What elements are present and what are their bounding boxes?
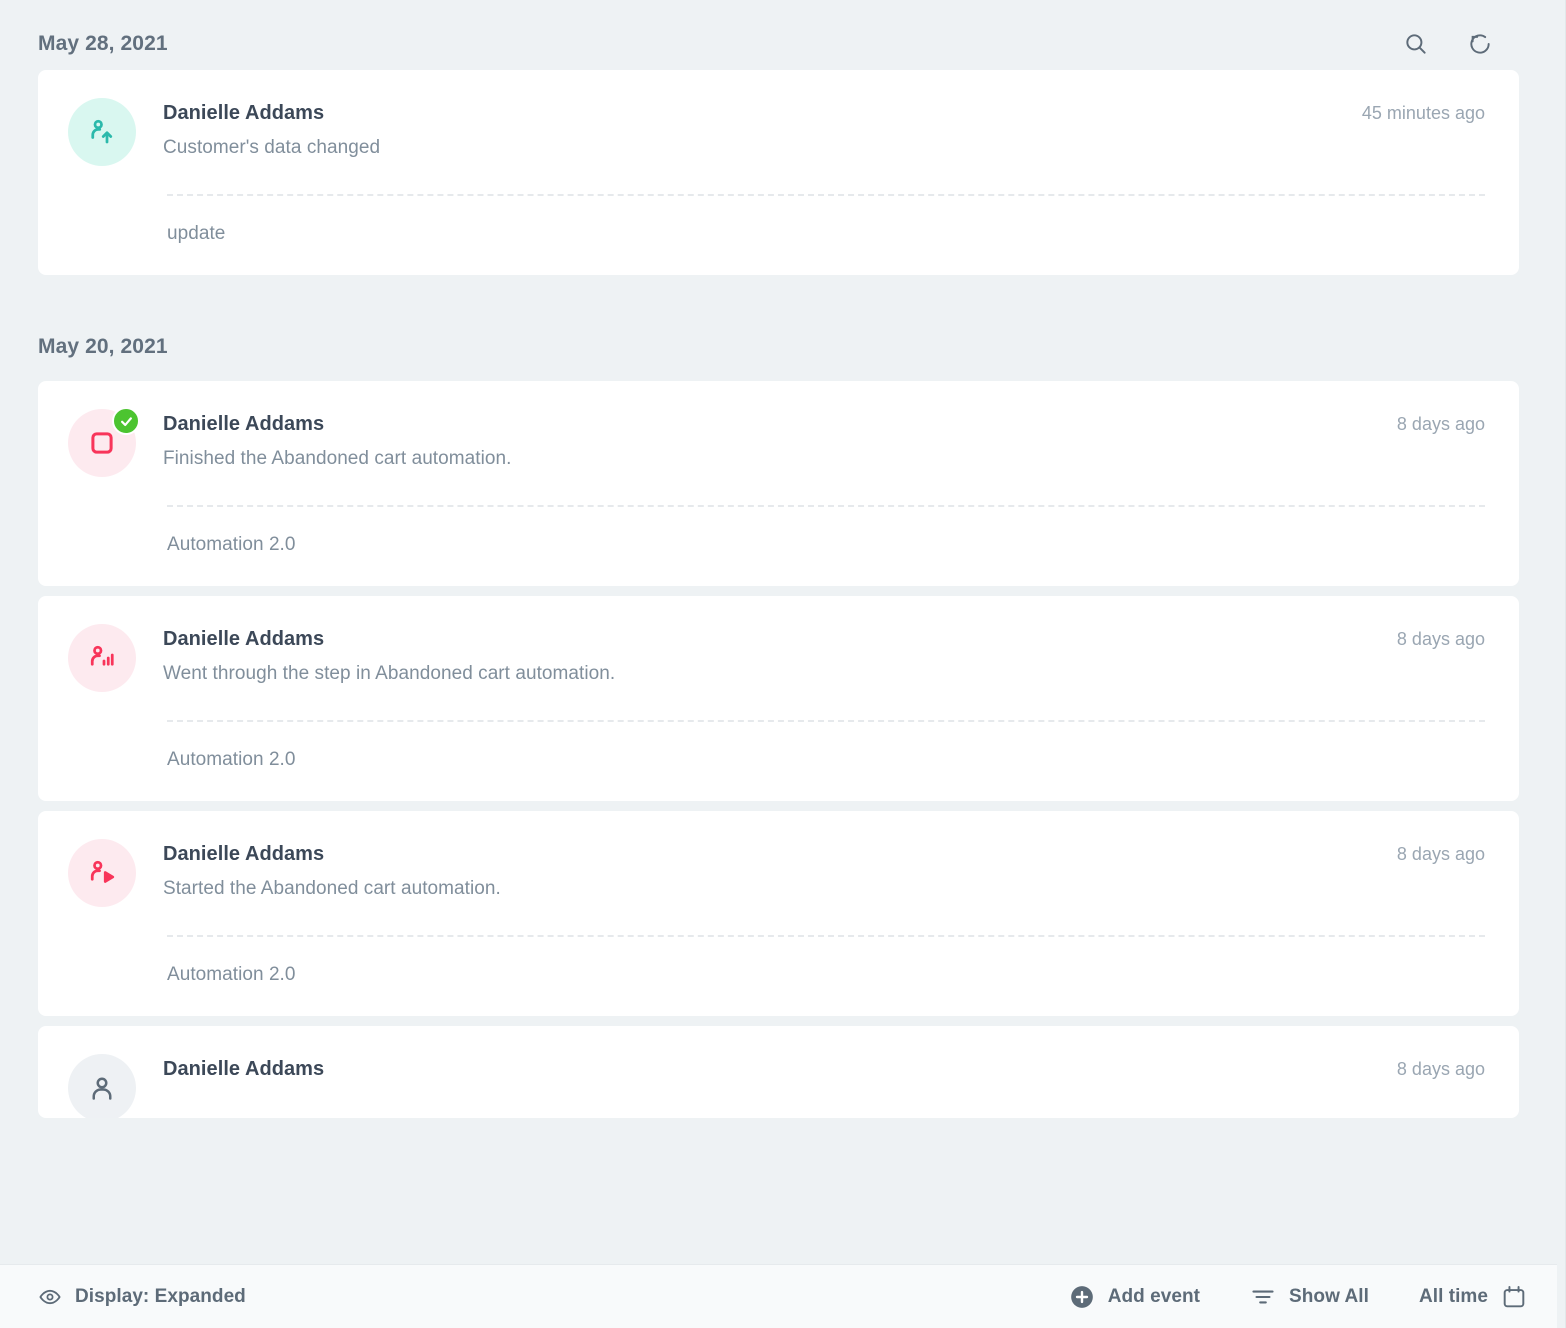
event-name-row: Danielle Addams 8 days ago [163,1058,1485,1081]
avatar [68,839,136,907]
event-content: Danielle Addams 45 minutes ago Customer'… [163,100,1485,159]
bottom-toolbar: Display: Expanded Add event Show All All… [0,1264,1557,1328]
check-icon [120,416,132,426]
event-card[interactable]: Danielle Addams 8 days ago Went through … [38,596,1519,801]
refresh-icon[interactable] [1465,29,1495,59]
event-timestamp: 8 days ago [1396,414,1485,434]
avatar-circle [68,839,136,907]
event-actor-name: Danielle Addams [163,843,325,865]
event-card-header: Danielle Addams 45 minutes ago Customer'… [68,98,1485,166]
avatar [68,407,140,477]
event-detail: Automation 2.0 [167,964,296,985]
avatar [68,624,136,692]
avatar-circle [68,624,136,692]
activity-timeline-panel: May 28, 2021 Danielle Addams 45 minutes … [0,0,1566,1328]
event-card-header: Danielle Addams 8 days ago Finished the … [68,407,1485,477]
filter-icon [1250,1284,1276,1310]
event-detail: Automation 2.0 [167,534,296,555]
person-chart-icon [90,645,114,666]
event-card-header: Danielle Addams 8 days ago Started the A… [68,839,1485,907]
header-tools [1401,29,1519,59]
person-play-icon [90,860,115,883]
day-date-label: May 28, 2021 [38,32,168,55]
day-header: May 28, 2021 [38,0,1519,70]
event-actor-name: Danielle Addams [163,1058,325,1080]
event-content: Danielle Addams 8 days ago Went through … [163,626,1485,685]
event-actor-name: Danielle Addams [163,413,325,435]
event-content: Danielle Addams 8 days ago Started the A… [163,841,1485,900]
event-name-row: Danielle Addams 8 days ago [163,413,1485,436]
avatar-circle [68,1054,136,1118]
event-description: Went through the step in Abandoned cart … [163,663,616,684]
stop-square-icon [91,432,113,454]
event-actor-name: Danielle Addams [163,628,325,650]
display-mode-button[interactable]: Display: Expanded [38,1285,246,1309]
event-description: Customer's data changed [163,137,381,158]
event-name-row: Danielle Addams 45 minutes ago [163,102,1485,125]
show-all-label: Show All [1289,1285,1369,1307]
event-card-header: Danielle Addams 8 days ago [68,1054,1485,1118]
calendar-icon [1501,1284,1527,1310]
event-timestamp: 8 days ago [1396,844,1485,864]
person-icon [92,1077,112,1100]
event-name-row: Danielle Addams 8 days ago [163,628,1485,651]
event-detail: Automation 2.0 [167,749,296,770]
display-mode-label: Display: Expanded [75,1285,246,1307]
avatar [68,1054,136,1118]
avatar [68,98,136,166]
search-icon[interactable] [1401,29,1431,59]
person-upload-icon [91,119,113,144]
all-time-label: All time [1418,1285,1488,1307]
event-content: Danielle Addams 8 days ago Finished the … [163,411,1485,470]
event-name-row: Danielle Addams 8 days ago [163,843,1485,866]
all-time-button[interactable]: All time [1419,1284,1527,1310]
event-card[interactable]: Danielle Addams 8 days ago Finished the … [38,381,1519,586]
day-date-label: May 20, 2021 [38,335,168,358]
eye-icon [38,1285,62,1309]
event-timestamp: 8 days ago [1396,1059,1485,1079]
event-timestamp: 8 days ago [1396,629,1485,649]
day-header: May 20, 2021 [38,285,1519,381]
toolbar-right-group: Add event Show All All time [1069,1284,1527,1310]
add-event-label: Add event [1107,1285,1201,1307]
event-description: Finished the Abandoned cart automation. [163,448,512,469]
toolbar-left-group: Display: Expanded [38,1285,246,1309]
event-actor-name: Danielle Addams [163,102,325,124]
show-all-button[interactable]: Show All [1250,1284,1369,1310]
event-detail: update [167,223,226,244]
status-badge [112,407,140,435]
add-event-button[interactable]: Add event [1069,1284,1200,1310]
event-description: Started the Abandoned cart automation. [163,878,501,899]
plus-circle-icon [1069,1284,1095,1310]
event-card[interactable]: Danielle Addams 8 days ago [38,1026,1519,1118]
avatar-circle [68,98,136,166]
activity-feed[interactable]: May 28, 2021 Danielle Addams 45 minutes … [0,0,1557,1264]
plus-circle-glyph [1070,1285,1093,1308]
event-card[interactable]: Danielle Addams 45 minutes ago Customer'… [38,70,1519,275]
event-timestamp: 45 minutes ago [1361,103,1485,123]
event-card-header: Danielle Addams 8 days ago Went through … [68,624,1485,692]
event-card[interactable]: Danielle Addams 8 days ago Started the A… [38,811,1519,1016]
event-content: Danielle Addams 8 days ago [163,1056,1485,1081]
